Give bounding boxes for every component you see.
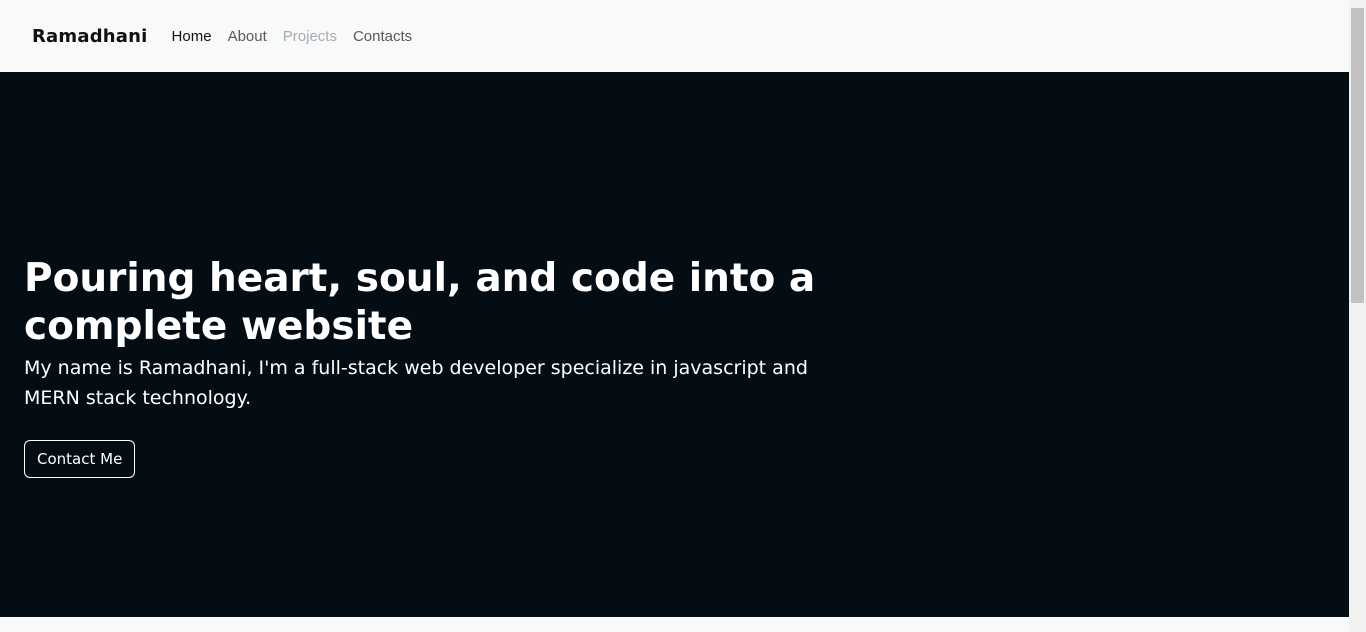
scrollbar-thumb[interactable] <box>1351 8 1364 303</box>
contact-me-button[interactable]: Contact Me <box>24 440 136 478</box>
nav-link-projects[interactable]: Projects <box>283 28 337 45</box>
navbar: Ramadhani Home About Projects Contacts <box>0 0 1349 72</box>
nav-link-contacts[interactable]: Contacts <box>353 28 412 45</box>
content: Ramadhani Home About Projects Contacts P… <box>0 0 1349 632</box>
nav-link-about[interactable]: About <box>228 28 267 45</box>
hero-subtitle: My name is Ramadhani, I'm a full-stack w… <box>24 357 808 409</box>
hero-content: Pouring heart, soul, and code into a com… <box>24 255 844 478</box>
hero-section: Pouring heart, soul, and code into a com… <box>0 72 1349 617</box>
nav-link-home[interactable]: Home <box>172 28 212 45</box>
nav-links: Home About Projects Contacts <box>172 28 413 45</box>
hero-title: Pouring heart, soul, and code into a com… <box>24 256 816 349</box>
brand-logo[interactable]: Ramadhani <box>32 26 148 47</box>
vertical-scrollbar[interactable] <box>1349 0 1366 632</box>
page: Ramadhani Home About Projects Contacts P… <box>0 0 1366 632</box>
next-section-edge <box>0 617 1349 632</box>
